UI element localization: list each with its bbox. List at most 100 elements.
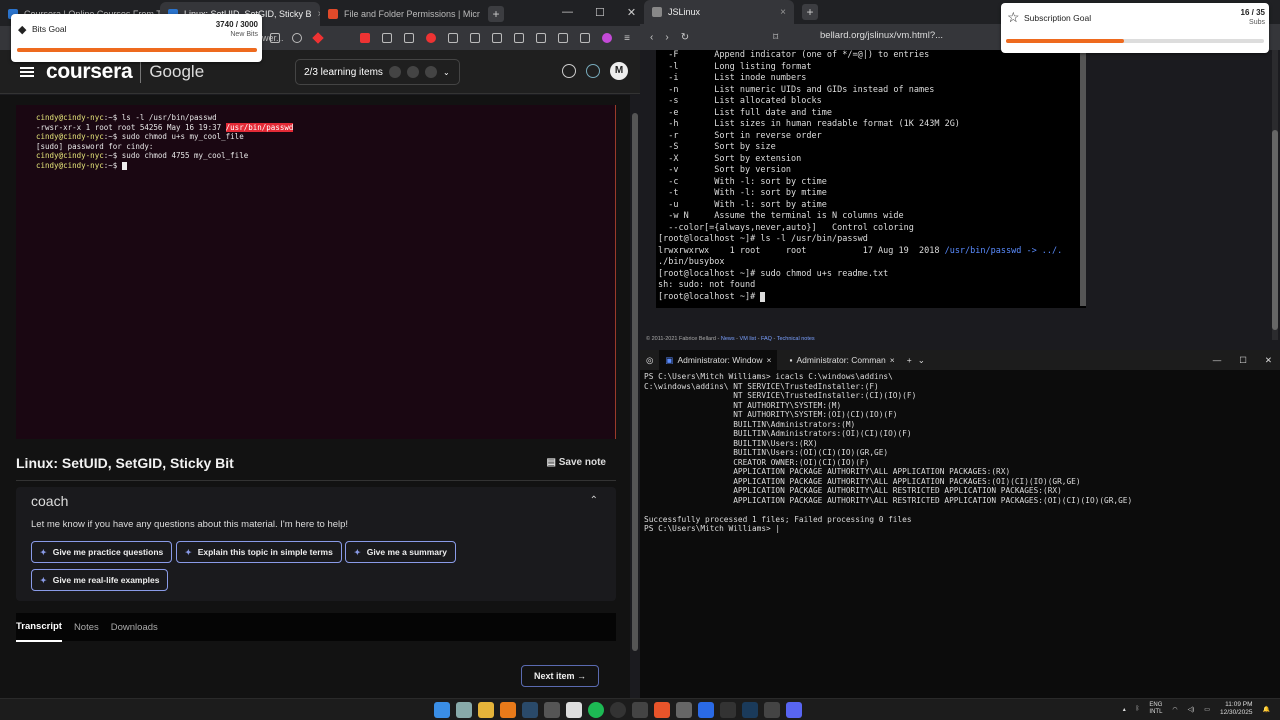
- youtube-extension-icon[interactable]: [360, 33, 371, 43]
- jslinux-terminal[interactable]: -F Append indicator (one of */=@|) to en…: [656, 50, 1086, 308]
- practice-questions-button[interactable]: ✦ Give me practice questions: [31, 541, 173, 563]
- bluetooth-icon[interactable]: ᛒ: [1136, 706, 1140, 712]
- discord-icon[interactable]: [786, 702, 802, 718]
- settings-icon[interactable]: [676, 702, 692, 718]
- reading-list-icon[interactable]: [514, 33, 525, 43]
- start-windows-icon[interactable]: [434, 702, 450, 718]
- volume-icon[interactable]: ◁): [1188, 706, 1195, 713]
- new-tab-button[interactable]: +: [802, 4, 818, 20]
- steam-icon[interactable]: [522, 702, 538, 718]
- minimize-icon[interactable]: —: [562, 6, 573, 19]
- link-faq[interactable]: FAQ: [761, 336, 772, 342]
- page-scrollbar[interactable]: [630, 103, 640, 658]
- extension-icon[interactable]: [382, 33, 393, 43]
- language-globe-icon[interactable]: [562, 64, 576, 78]
- lang-indicator[interactable]: ENG INTL: [1149, 702, 1162, 716]
- terminal-line: cindy@cindy-nyc:~$ sudo chmod u+s my_coo…: [36, 132, 595, 142]
- powershell-output[interactable]: PS C:\Users\Mitch Williams> icacls C:\wi…: [644, 372, 1274, 534]
- bookmark-icon[interactable]: ⌑: [773, 32, 778, 43]
- page-scrollbar[interactable]: [1272, 50, 1278, 340]
- tab-jslinux[interactable]: JSLinux ×: [644, 0, 794, 24]
- real-life-examples-button[interactable]: ✦ Give me real-life examples: [31, 569, 169, 591]
- clock-time: 11:09 PM: [1225, 701, 1253, 708]
- cmd-icon: ▪: [789, 355, 793, 365]
- prompt-command: :~$: [103, 160, 122, 170]
- file-icon[interactable]: [456, 702, 472, 718]
- coach-logo: coach: [31, 493, 69, 509]
- close-window-icon[interactable]: ✕: [627, 6, 636, 19]
- app-icon[interactable]: [764, 702, 780, 718]
- battery-icon[interactable]: ▭: [1204, 706, 1210, 713]
- tab-downloads[interactable]: Downloads: [111, 614, 158, 641]
- link-vm-list[interactable]: VM list: [740, 336, 757, 342]
- brave-icon[interactable]: [654, 702, 670, 718]
- close-window-icon[interactable]: ✕: [1265, 355, 1272, 366]
- page-title: Linux: SetUID, SetGID, Sticky Bit: [16, 455, 234, 471]
- tab-transcript[interactable]: Transcript: [16, 613, 62, 642]
- close-tab-icon[interactable]: ×: [890, 355, 895, 365]
- tab-file-folder-permissions[interactable]: File and Folder Permissions | Microso: [320, 2, 480, 26]
- save-note-button[interactable]: ▤ Save note: [547, 457, 606, 468]
- new-tab-icon[interactable]: +: [907, 355, 912, 365]
- coursera-browser-window: Coursera | Online Courses From Top Linux…: [0, 0, 640, 698]
- cursor: [121, 161, 127, 170]
- vpn-icon[interactable]: [580, 33, 591, 43]
- terminal-icon[interactable]: [720, 702, 736, 718]
- new-tab-button[interactable]: +: [488, 6, 504, 22]
- coursera-logo[interactable]: coursera: [46, 60, 133, 84]
- maximize-icon[interactable]: ☐: [1239, 355, 1247, 366]
- scrollbar-thumb[interactable]: [1272, 130, 1278, 330]
- terminal-scrollbar[interactable]: [1080, 50, 1086, 306]
- link-news[interactable]: News: [721, 336, 735, 342]
- collapse-chevron-icon[interactable]: ⌃: [590, 495, 598, 506]
- tab-admin-command[interactable]: ▪ Administrator: Comman ×: [783, 350, 900, 370]
- spotify-icon[interactable]: [588, 702, 604, 718]
- back-icon[interactable]: ‹: [650, 32, 653, 43]
- puzzle-extensions-icon[interactable]: [448, 33, 459, 43]
- next-item-button[interactable]: Next item →: [521, 665, 599, 687]
- dropdown-chevron-icon[interactable]: ⌄: [918, 355, 925, 366]
- maximize-icon[interactable]: ☐: [595, 6, 605, 19]
- menu-icon[interactable]: ≡: [624, 33, 630, 44]
- steam-icon[interactable]: [742, 702, 758, 718]
- avatar[interactable]: M: [610, 62, 628, 80]
- coach-owl-icon[interactable]: [586, 64, 600, 78]
- forward-icon[interactable]: ›: [665, 32, 668, 43]
- summary-button[interactable]: ✦ Give me a summary: [345, 541, 457, 563]
- notification-bell-icon[interactable]: 🔔: [1263, 706, 1270, 713]
- clock[interactable]: 11:09 PM 12/30/2025: [1220, 701, 1253, 717]
- url-bar[interactable]: bellard.org/jslinux/vm.html?...: [820, 30, 943, 41]
- close-tab-icon[interactable]: ×: [766, 355, 771, 365]
- learning-items-dropdown[interactable]: 2/3 learning items ⌄: [295, 59, 460, 85]
- close-tab-icon[interactable]: ×: [780, 7, 786, 18]
- rewards-icon[interactable]: [312, 32, 324, 44]
- minimize-icon[interactable]: —: [1213, 355, 1222, 366]
- link-technical-notes[interactable]: Technical notes: [777, 336, 815, 342]
- tab-title: JSLinux: [668, 7, 701, 17]
- tab-notes[interactable]: Notes: [74, 614, 99, 641]
- explain-simple-button[interactable]: ✦ Explain this topic in simple terms: [176, 541, 342, 563]
- hamburger-menu-icon[interactable]: [20, 65, 34, 79]
- tab-admin-powershell[interactable]: ▣ Administrator: Window ×: [659, 350, 778, 370]
- record-extension-icon[interactable]: [426, 33, 437, 43]
- reload-icon[interactable]: ↻: [681, 32, 689, 43]
- sidebar-icon[interactable]: [536, 33, 547, 43]
- vlc-icon[interactable]: [500, 702, 516, 718]
- music-icon[interactable]: [492, 33, 503, 43]
- sparkle-icon: ✦: [185, 547, 192, 557]
- obs-icon[interactable]: [610, 702, 626, 718]
- chrome-icon[interactable]: [566, 702, 582, 718]
- scrollbar-thumb[interactable]: [632, 113, 638, 651]
- extension-icon[interactable]: [470, 33, 481, 43]
- app-icon[interactable]: [632, 702, 648, 718]
- extension-icon[interactable]: [404, 33, 415, 43]
- brave-shield-icon[interactable]: [292, 33, 303, 43]
- gear-icon[interactable]: [544, 702, 560, 718]
- app-icon[interactable]: [698, 702, 714, 718]
- file-explorer-icon[interactable]: [478, 702, 494, 718]
- wifi-icon[interactable]: ◠: [1172, 706, 1177, 713]
- leo-ai-icon[interactable]: [558, 33, 569, 43]
- wallet-icon[interactable]: [602, 33, 613, 43]
- tray-icon[interactable]: ▴: [1123, 706, 1126, 713]
- video-terminal-frame[interactable]: cindy@cindy-nyc:~$ ls -l /usr/bin/passwd…: [16, 105, 616, 439]
